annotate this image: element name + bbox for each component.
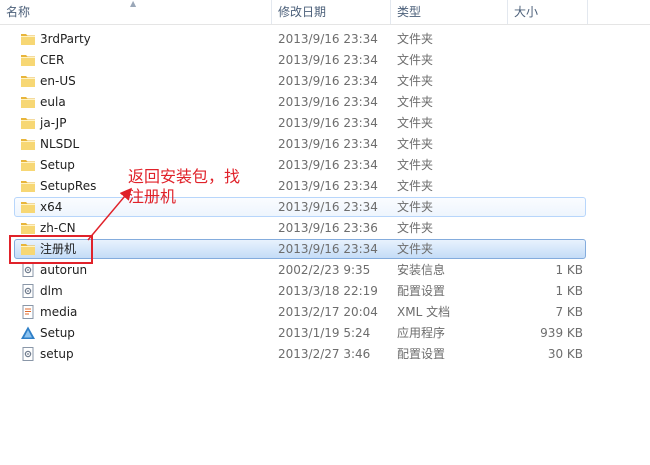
annotation-line-2: 注册机 xyxy=(128,187,177,206)
annotation-arrow xyxy=(87,187,132,241)
annotation-line-1: 返回安装包，找 xyxy=(128,167,241,186)
annotation-text: 返回安装包，找 注册机 xyxy=(128,167,288,207)
